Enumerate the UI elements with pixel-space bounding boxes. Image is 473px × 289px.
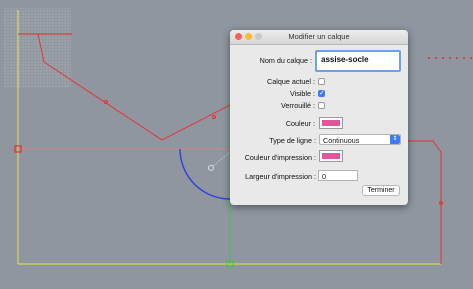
- print-width-label: Largeur d'impression :: [245, 172, 316, 181]
- modify-layer-dialog: Modifier un calque Nom du calque : assis…: [230, 30, 408, 205]
- done-button[interactable]: Terminer: [362, 185, 400, 196]
- print-color-swatch[interactable]: [319, 150, 343, 162]
- red-vertex-1: [104, 100, 108, 104]
- grid-patch: [4, 8, 71, 88]
- red-right-contour: [408, 140, 442, 264]
- color-swatch[interactable]: [319, 117, 343, 129]
- chevron-updown-icon: ⇕: [390, 135, 400, 144]
- inference-line: [212, 151, 231, 167]
- layer-name-input[interactable]: assise-socle: [315, 50, 401, 72]
- current-layer-label: Calque actuel :: [267, 77, 315, 86]
- linetype-label: Type de ligne :: [269, 136, 316, 145]
- locked-label: Verrouillé :: [281, 101, 315, 110]
- red-vertex-2: [212, 115, 216, 119]
- print-width-input[interactable]: 0: [318, 170, 358, 181]
- linetype-select[interactable]: Continuous ⇕: [319, 134, 401, 145]
- dialog-title: Modifier un calque: [288, 32, 350, 41]
- arc-center-marker: [208, 165, 214, 171]
- locked-checkbox[interactable]: [318, 102, 325, 109]
- visible-checkbox[interactable]: [318, 89, 325, 97]
- linetype-value: Continuous: [323, 136, 360, 145]
- blue-arc: [179, 148, 231, 200]
- name-label: Nom du calque :: [259, 56, 312, 65]
- dialog-titlebar[interactable]: Modifier un calque: [230, 30, 408, 45]
- color-label: Couleur :: [285, 119, 315, 128]
- print-color-label: Couleur d'impression :: [244, 153, 316, 162]
- visible-label: Visible :: [289, 89, 315, 98]
- current-layer-checkbox[interactable]: [318, 78, 325, 85]
